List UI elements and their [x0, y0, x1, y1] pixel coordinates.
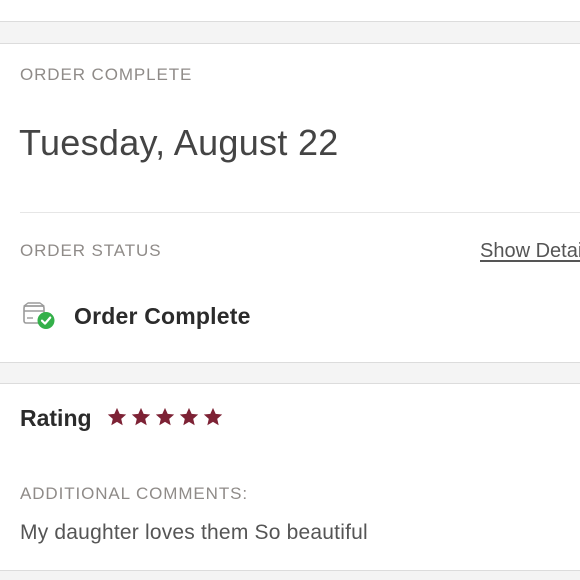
rating-label: Rating — [20, 405, 92, 431]
star-icon — [203, 407, 223, 426]
comments-text: My daughter loves them So beautiful — [20, 521, 368, 544]
star-icon — [107, 407, 127, 426]
divider — [20, 212, 580, 213]
package-check-icon — [23, 302, 55, 329]
order-date: Tuesday, August 22 — [19, 122, 339, 163]
star-icon — [155, 407, 175, 426]
order-status-text: Order Complete — [74, 303, 251, 329]
order-heading: ORDER COMPLETE — [20, 65, 193, 84]
star-rating — [106, 406, 224, 430]
star-icon — [131, 407, 151, 426]
order-status-label: ORDER STATUS — [20, 241, 162, 260]
rating-card: Rating ADDITIONAL COMMENTS: My daughter … — [0, 383, 580, 571]
top-section — [0, 0, 580, 22]
star-icon — [179, 407, 199, 426]
order-card: ORDER COMPLETE Tuesday, August 22 ORDER … — [0, 43, 580, 363]
additional-comments-label: ADDITIONAL COMMENTS: — [20, 484, 248, 503]
show-details-link[interactable]: Show Details — [480, 240, 580, 263]
